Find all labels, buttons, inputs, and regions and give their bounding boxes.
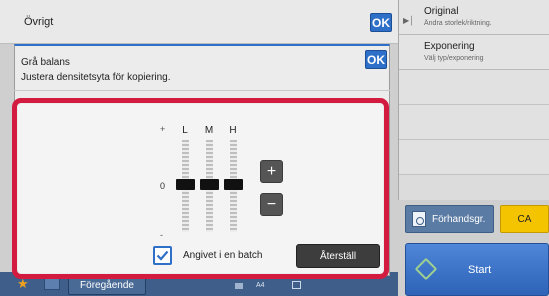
start-button[interactable]: Start [405,243,549,296]
slider-handle-m[interactable] [200,179,219,190]
increase-button[interactable]: + [260,160,283,183]
preview-label: Förhandsgr. [432,213,486,225]
background-header [0,0,398,44]
settings-side-panel: ▶│ Original Ändra storlek/riktning. Expo… [398,0,549,200]
slider-handle-l[interactable] [176,179,195,190]
preview-button[interactable]: Förhandsgr. [405,205,494,233]
empty-slot [399,105,549,140]
expand-arrow-icon: ▶│ [403,16,415,25]
slider-handle-h[interactable] [224,179,243,190]
document-icon [235,283,243,289]
empty-slot [399,140,549,175]
dialog-title: Grå balans [21,57,70,68]
clear-all-button[interactable]: CA [500,205,549,233]
original-subtitle: Ändra storlek/riktning. [424,20,492,27]
empty-slot [399,70,549,105]
batch-checkbox-label: Angivet i en batch [183,250,263,261]
channel-label-h: H [229,125,237,136]
channel-label-l: L [182,125,188,136]
paper-size-label: A4 [256,282,265,289]
reset-button[interactable]: Återställ [296,244,380,268]
scale-plus-mark: + [160,124,166,134]
channel-label-m: M [204,125,214,136]
checkmark-icon [156,250,169,261]
decrease-button[interactable]: − [260,193,283,216]
batch-checkbox[interactable] [153,246,172,265]
start-label: Start [468,264,492,276]
dialog-ok-button[interactable]: OK [365,50,387,69]
exposure-title: Exponering [424,41,475,52]
background-ok-button[interactable]: OK [370,13,392,32]
original-setting-item[interactable]: ▶│ Original Ändra storlek/riktning. [399,0,549,35]
tray-icon [292,281,301,289]
preview-icon [412,211,426,227]
background-title: Övrigt [24,16,54,28]
exposure-setting-item[interactable]: Exponering Välj typ/exponering [399,35,549,70]
scale-minus-mark: - [160,230,163,240]
start-icon [414,257,438,281]
original-title: Original [424,6,459,17]
scale-zero-mark: 0 [160,181,166,191]
dialog-description: Justera densitetsyta för kopiering. [21,72,171,83]
divider [14,90,390,91]
exposure-subtitle: Välj typ/exponering [424,55,484,62]
